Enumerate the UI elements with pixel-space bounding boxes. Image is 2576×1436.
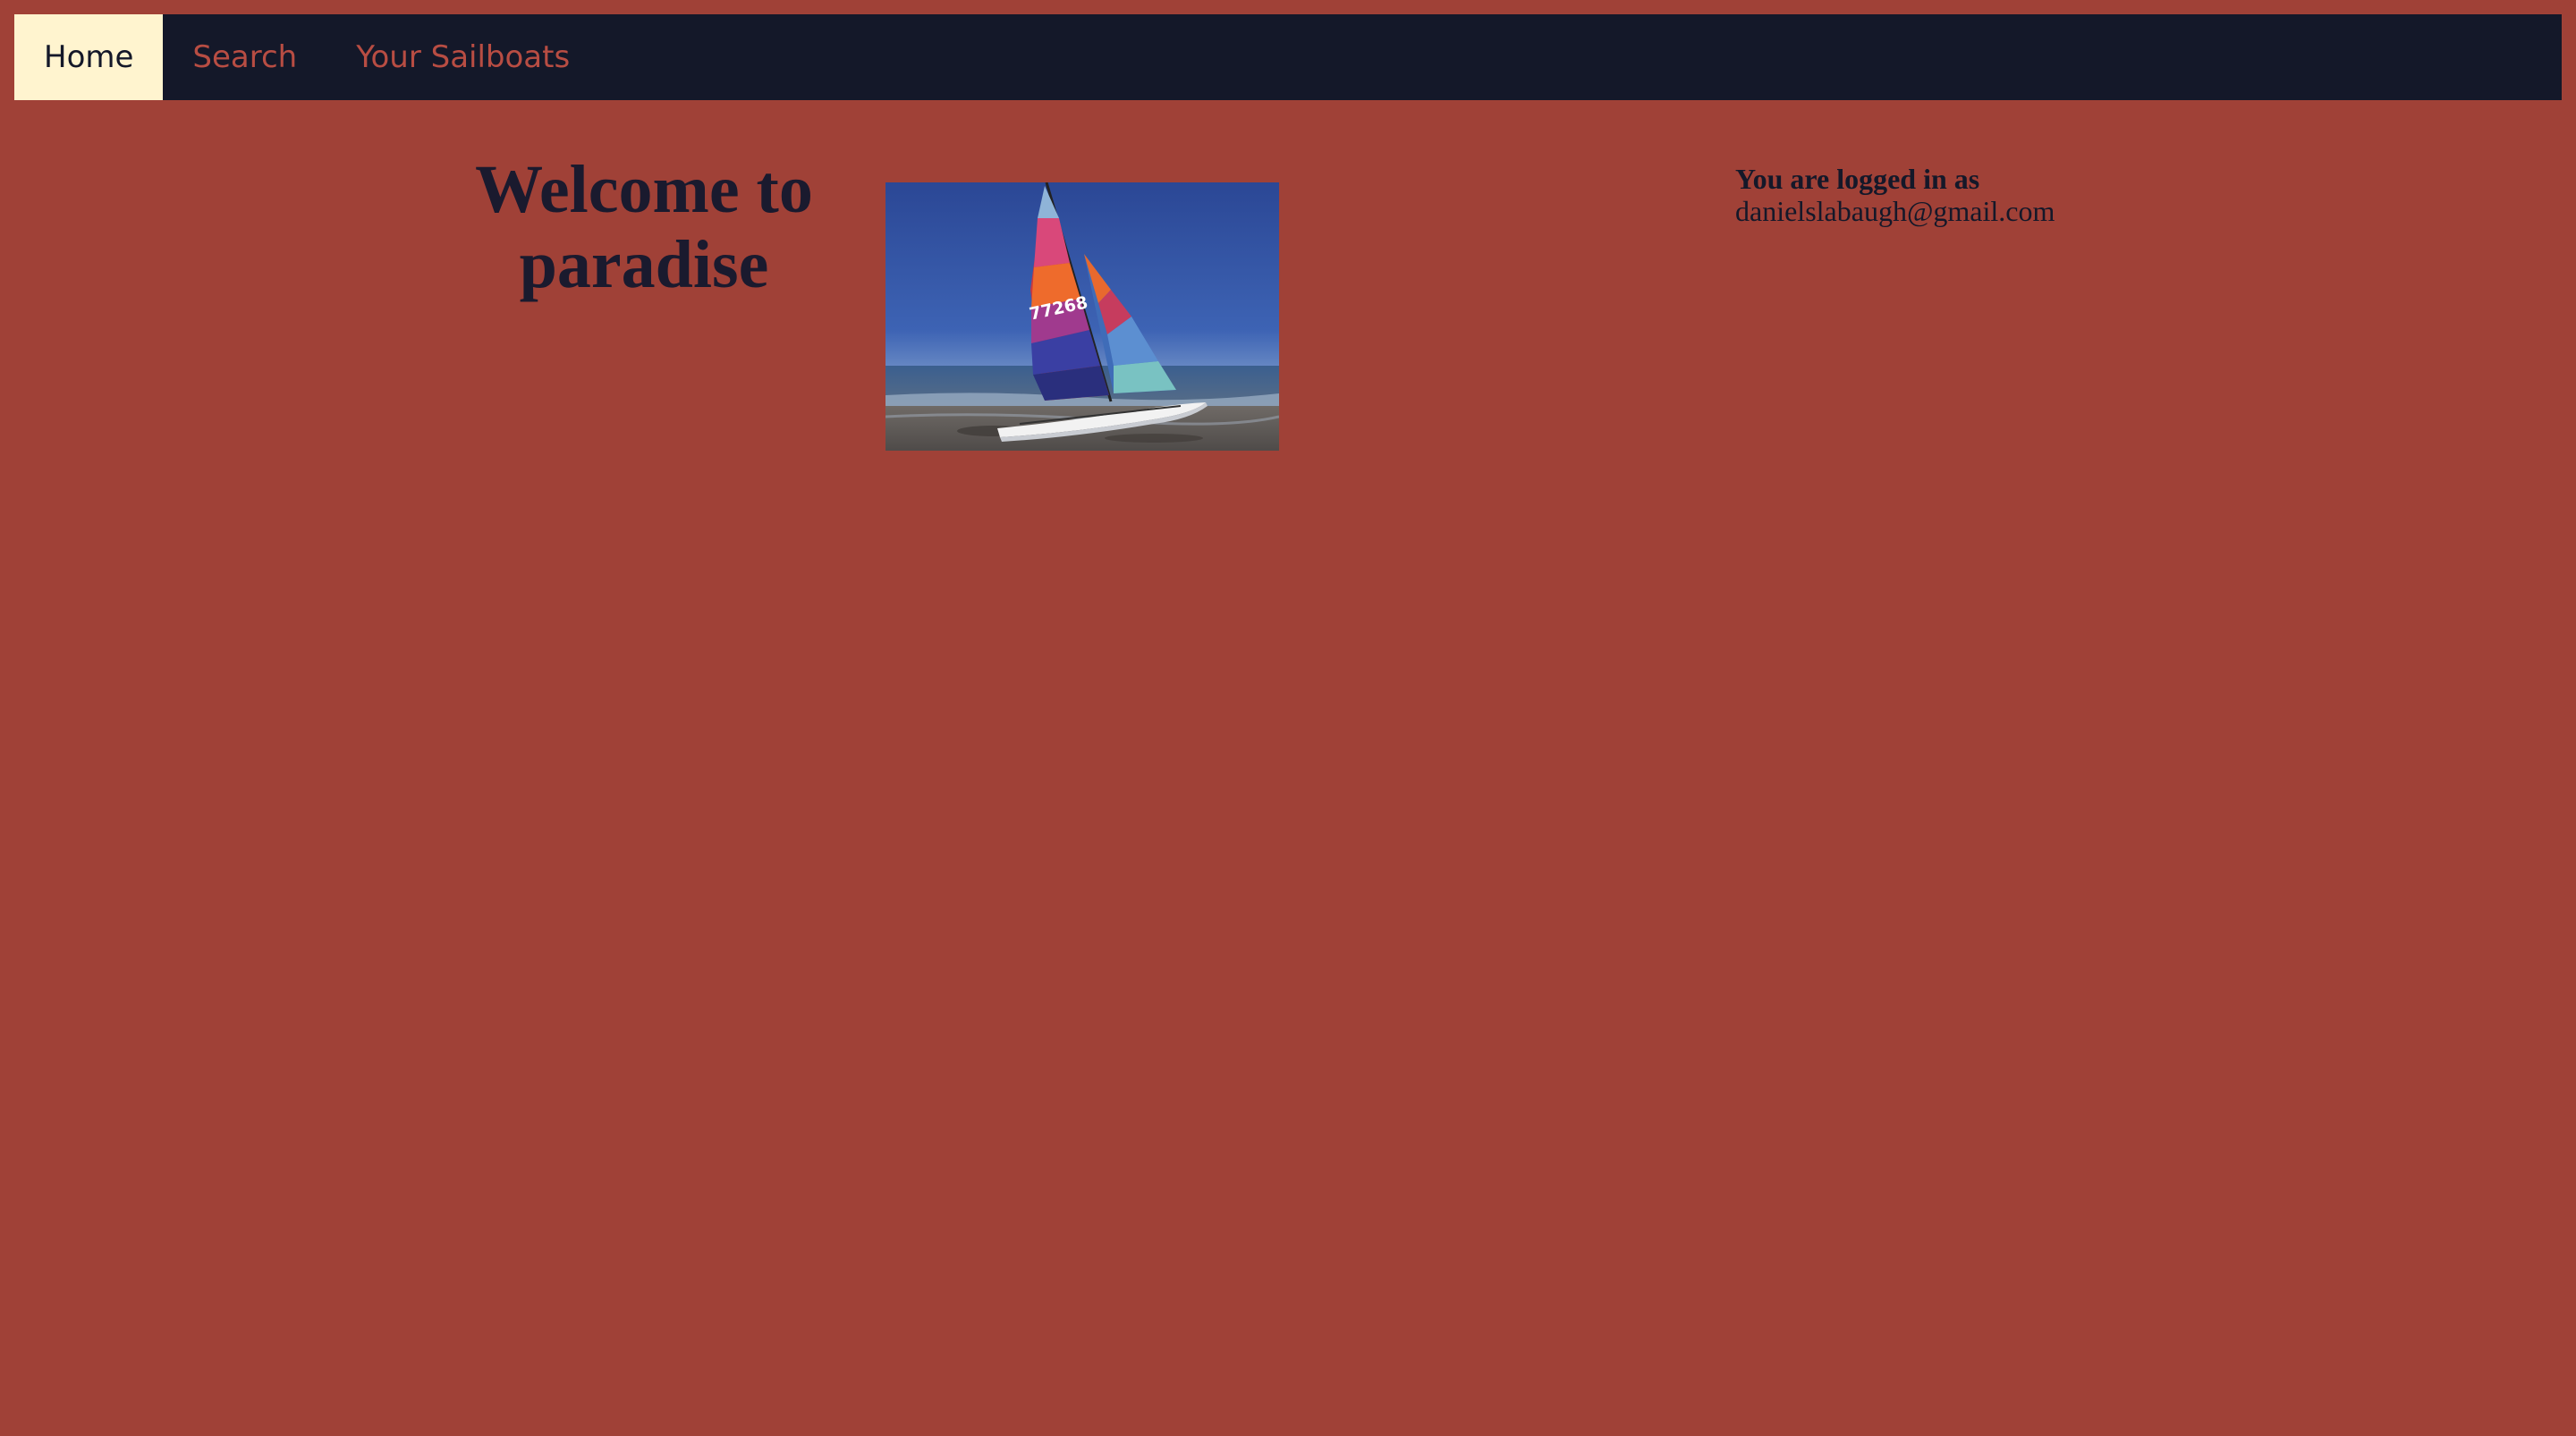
nav-search[interactable]: Search (163, 14, 326, 100)
logged-in-label: You are logged in as (1735, 163, 1980, 195)
welcome-heading: Welcome to paradise (475, 152, 813, 302)
top-navbar: Home Search Your Sailboats (14, 14, 2562, 100)
user-email: danielslabaugh@gmail.com (1735, 195, 2055, 227)
sailboat-image: 77268 (886, 182, 1279, 451)
nav-home[interactable]: Home (14, 14, 164, 100)
nav-your-sailboats[interactable]: Your Sailboats (326, 14, 599, 100)
user-status: You are logged in as danielslabaugh@gmai… (1735, 163, 2055, 227)
